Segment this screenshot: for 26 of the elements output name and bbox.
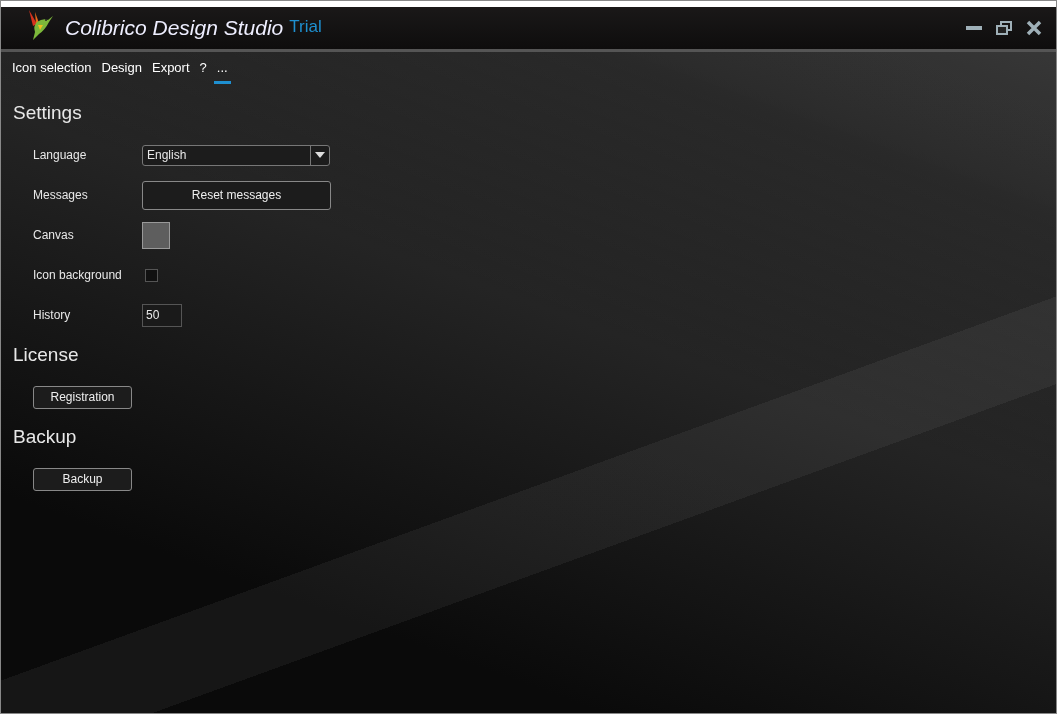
restore-icon[interactable] bbox=[996, 21, 1012, 35]
section-heading: Settings bbox=[13, 102, 83, 124]
minimize-icon[interactable] bbox=[966, 25, 982, 31]
menu-tab[interactable]: Design bbox=[98, 58, 145, 84]
setting-label: Messages bbox=[33, 188, 89, 202]
setting-label: Canvas bbox=[33, 228, 75, 242]
number-field[interactable]: 50 bbox=[142, 303, 182, 327]
color-swatch[interactable] bbox=[142, 221, 170, 249]
menu-tab[interactable]: ... bbox=[213, 58, 231, 84]
caret-icon bbox=[315, 152, 325, 158]
checkbox[interactable] bbox=[145, 268, 158, 282]
menu-tab[interactable]: Icon selection bbox=[9, 58, 95, 84]
action-button[interactable]: Registration bbox=[33, 385, 132, 409]
section-heading: License bbox=[13, 344, 80, 366]
action-button[interactable]: Backup bbox=[33, 467, 132, 491]
menu-tab[interactable]: Export bbox=[148, 58, 193, 84]
window-title: Colibrico Design Studio bbox=[65, 16, 284, 40]
section-heading: Backup bbox=[13, 426, 78, 448]
setting-label: History bbox=[33, 308, 72, 322]
setting-label: Language bbox=[33, 148, 88, 162]
edition-label: Trial bbox=[289, 17, 322, 37]
setting-label: Icon background bbox=[33, 268, 123, 282]
close-icon[interactable] bbox=[1026, 20, 1042, 36]
language-dropdown[interactable]: English bbox=[142, 144, 330, 166]
menu-tab[interactable]: ? bbox=[196, 58, 210, 84]
reset-messages-button[interactable]: Reset messages bbox=[142, 180, 331, 210]
